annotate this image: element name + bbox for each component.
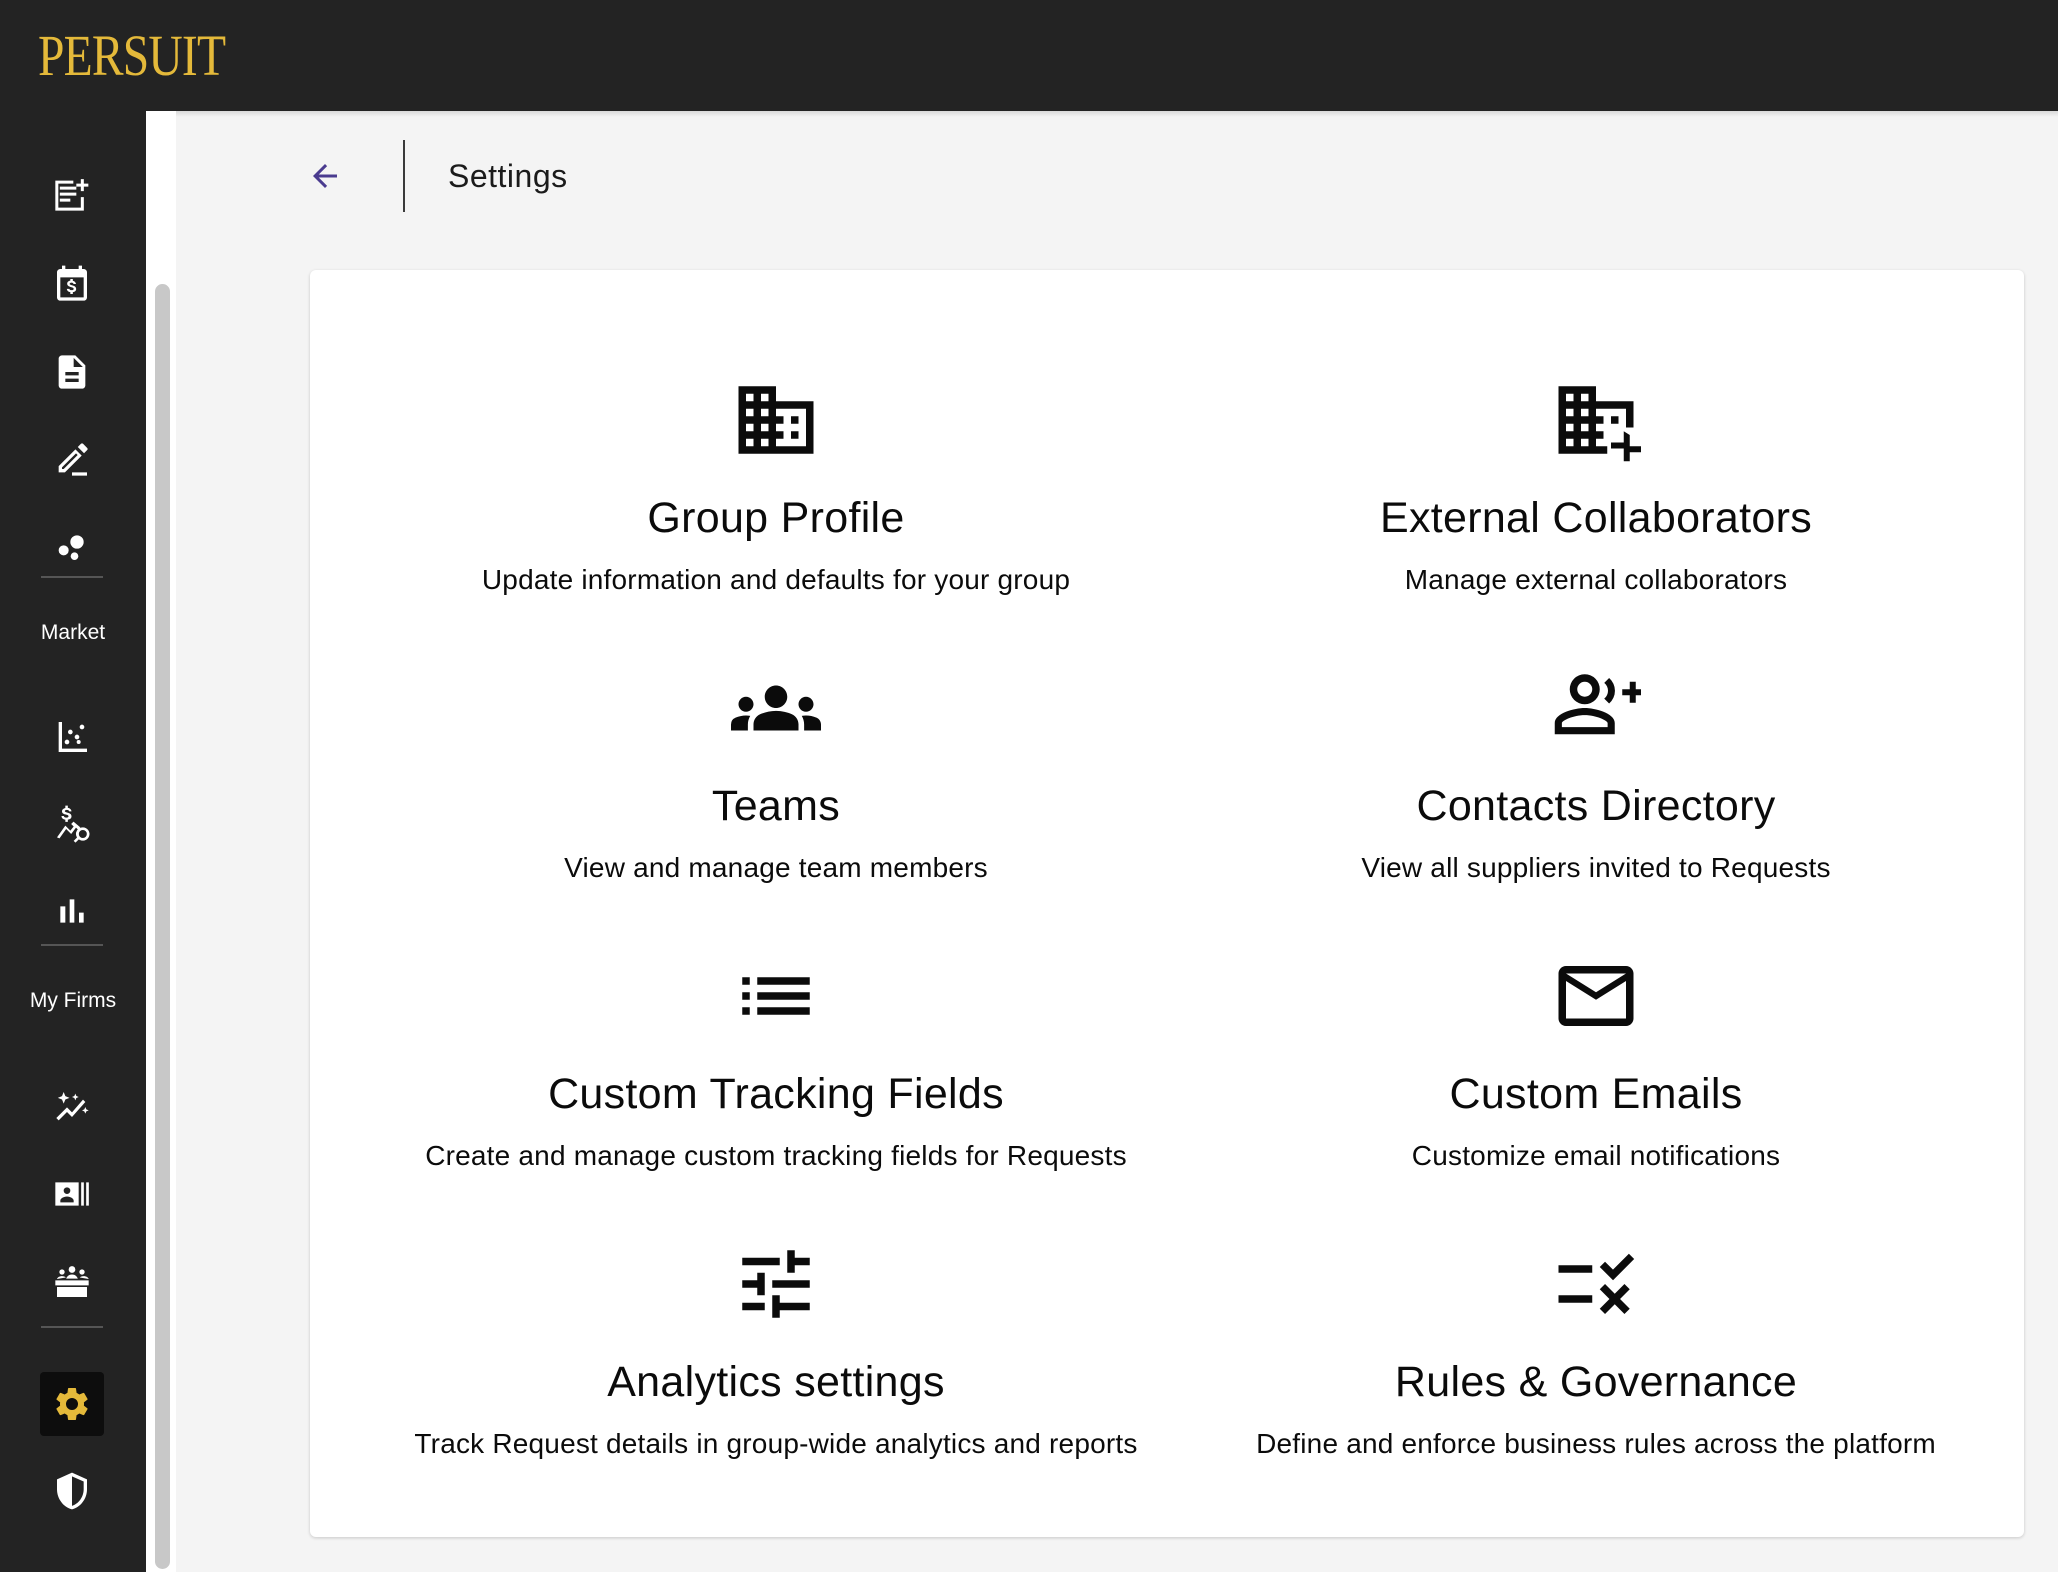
- settings-icon[interactable]: [40, 1372, 104, 1436]
- edit-icon[interactable]: [40, 427, 104, 491]
- tile-contacts-directory[interactable]: Contacts Directory View all suppliers in…: [1186, 658, 2006, 946]
- tile-description: Customize email notifications: [1411, 1140, 1781, 1171]
- building-icon: [366, 370, 1186, 470]
- tile-title: Custom Emails: [1449, 1070, 1743, 1118]
- tile-custom-tracking-fields[interactable]: Custom Tracking Fields Create and manage…: [366, 946, 1186, 1234]
- top-bar: PERSUIT: [0, 0, 2058, 111]
- arrow-back-icon: [313, 164, 337, 188]
- tile-description: Manage external collaborators: [1404, 564, 1788, 595]
- person-add-icon: [1186, 658, 2006, 758]
- scrollbar-thumb[interactable]: [155, 284, 170, 1569]
- sparkle-trend-icon[interactable]: [40, 1075, 104, 1139]
- team-table-icon[interactable]: [40, 1250, 104, 1314]
- sidebar-divider: [41, 944, 103, 946]
- document-icon[interactable]: [40, 340, 104, 404]
- new-request-icon[interactable]: [40, 164, 104, 228]
- mail-icon: [1186, 946, 2006, 1046]
- tile-description: View all suppliers invited to Requests: [1361, 852, 1831, 883]
- groups-icon: [366, 658, 1186, 758]
- section-label-my-firms: My Firms: [29, 989, 117, 1012]
- tile-description: Track Request details in group-wide anal…: [414, 1428, 1138, 1459]
- tile-teams[interactable]: Teams View and manage team members: [366, 658, 1186, 946]
- page-title: Settings: [448, 158, 568, 194]
- persuit-logo[interactable]: PERSUIT: [38, 24, 226, 88]
- tile-description: Define and enforce business rules across…: [1256, 1428, 1936, 1459]
- sidebar: Market My Firms: [0, 111, 146, 1572]
- settings-card: Group Profile Update information and def…: [310, 270, 2024, 1537]
- tile-title: Rules & Governance: [1394, 1358, 1798, 1406]
- tile-analytics-settings[interactable]: Analytics settings Track Request details…: [366, 1234, 1186, 1522]
- sidebar-divider: [41, 576, 103, 578]
- tile-description: Create and manage custom tracking fields…: [425, 1140, 1127, 1171]
- tile-external-collaborators[interactable]: External Collaborators Manage external c…: [1186, 370, 2006, 658]
- tile-description: View and manage team members: [564, 852, 988, 883]
- scatter-chart-icon[interactable]: [40, 705, 104, 769]
- tile-title: Analytics settings: [607, 1358, 945, 1406]
- tile-description: Update information and defaults for your…: [481, 564, 1071, 595]
- tune-icon: [366, 1234, 1186, 1334]
- bubbles-icon[interactable]: [40, 515, 104, 579]
- header-separator: [403, 140, 405, 212]
- section-label-market: Market: [40, 621, 106, 644]
- tile-title: External Collaborators: [1379, 494, 1813, 542]
- tile-title: Contacts Directory: [1416, 782, 1776, 830]
- tile-title: Group Profile: [647, 494, 905, 542]
- calendar-dollar-icon[interactable]: [40, 252, 104, 316]
- tile-title: Custom Tracking Fields: [548, 1070, 1004, 1118]
- bar-chart-icon[interactable]: [40, 879, 104, 943]
- price-search-icon[interactable]: [40, 792, 104, 856]
- header-shadow: [176, 111, 2058, 117]
- tile-custom-emails[interactable]: Custom Emails Customize email notificati…: [1186, 946, 2006, 1234]
- tile-rules-governance[interactable]: Rules & Governance Define and enforce bu…: [1186, 1234, 2006, 1522]
- back-button[interactable]: [300, 151, 350, 201]
- sidebar-divider: [41, 1326, 103, 1328]
- tile-title: Teams: [711, 782, 841, 830]
- rule-icon: [1186, 1234, 2006, 1334]
- tile-group-profile[interactable]: Group Profile Update information and def…: [366, 370, 1186, 658]
- contact-card-icon[interactable]: [40, 1162, 104, 1226]
- list-icon: [366, 946, 1186, 1046]
- shield-icon[interactable]: [40, 1459, 104, 1523]
- building-add-icon: [1186, 370, 2006, 470]
